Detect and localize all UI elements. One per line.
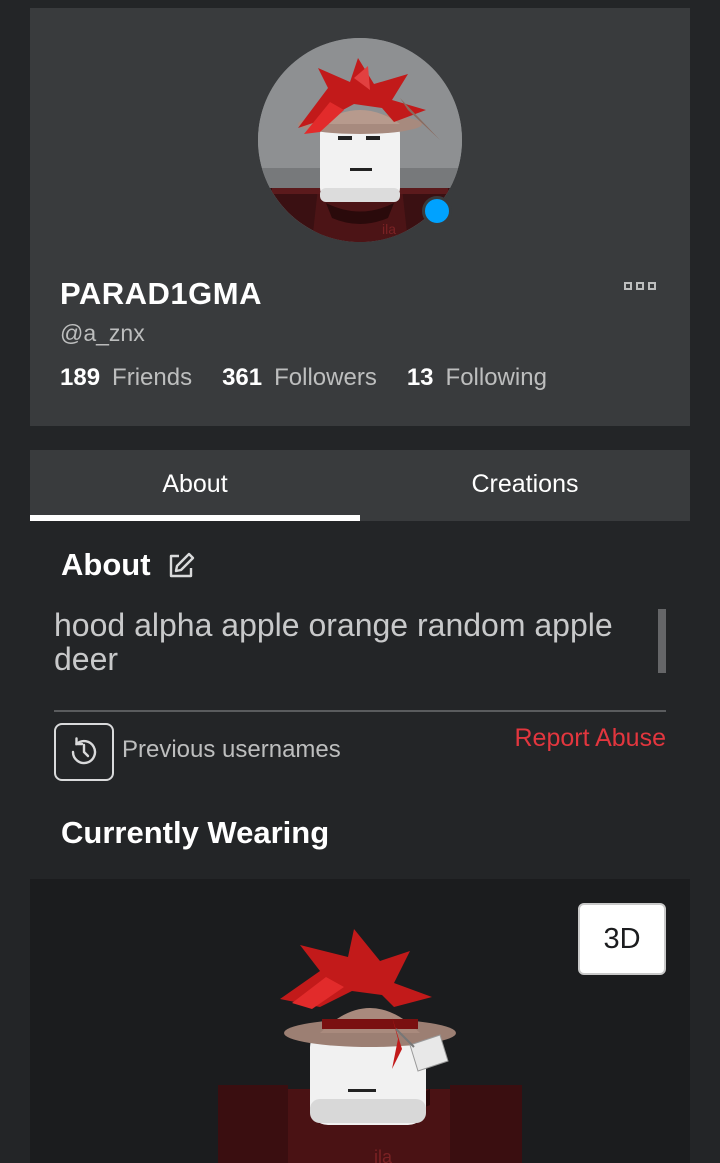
following-count: 13 [406,364,434,391]
report-abuse-link[interactable]: Report Abuse [515,724,667,753]
followers-label: Followers [274,364,377,391]
friends-count: 189 [60,364,101,391]
previous-usernames-label[interactable]: Previous usernames [122,736,341,764]
online-status-dot [422,196,452,226]
display-name: PARAD1GMA [60,276,262,311]
about-scrollbar[interactable] [658,609,666,673]
history-icon [71,737,97,765]
username: @a_znx [60,320,145,346]
profile-header: ila PARAD1GMA @a_znx 189 Friends 361 Fol… [30,8,690,426]
followers-count: 361 [222,364,263,391]
following-stat[interactable]: 13 Following [407,364,547,392]
about-description: hood alpha apple orange random apple dee… [54,607,613,677]
profile-tabs: About Creations [30,450,690,521]
view-3d-button[interactable]: 3D [578,903,666,975]
about-heading: About [61,540,197,590]
followers-stat[interactable]: 361 Followers [222,364,377,392]
about-title: About [61,547,151,582]
friends-stat[interactable]: 189 Friends [60,364,192,392]
previous-usernames-button[interactable] [54,723,114,781]
tab-about[interactable]: About [30,450,360,521]
following-label: Following [445,364,547,391]
avatar-headshot[interactable]: ila [258,38,462,242]
friends-label: Friends [112,364,193,391]
divider [54,710,666,712]
more-options-button[interactable] [624,282,656,290]
avatar-preview[interactable]: ila 3D [30,879,690,1163]
svg-text:ila: ila [374,1147,393,1163]
currently-wearing-title: Currently Wearing [61,815,330,850]
edit-icon[interactable] [165,550,197,590]
tab-creations[interactable]: Creations [360,450,690,521]
more-icon [624,282,632,290]
profile-stats: 189 Friends 361 Followers 13 Following [60,364,577,392]
svg-text:ila: ila [382,221,396,237]
